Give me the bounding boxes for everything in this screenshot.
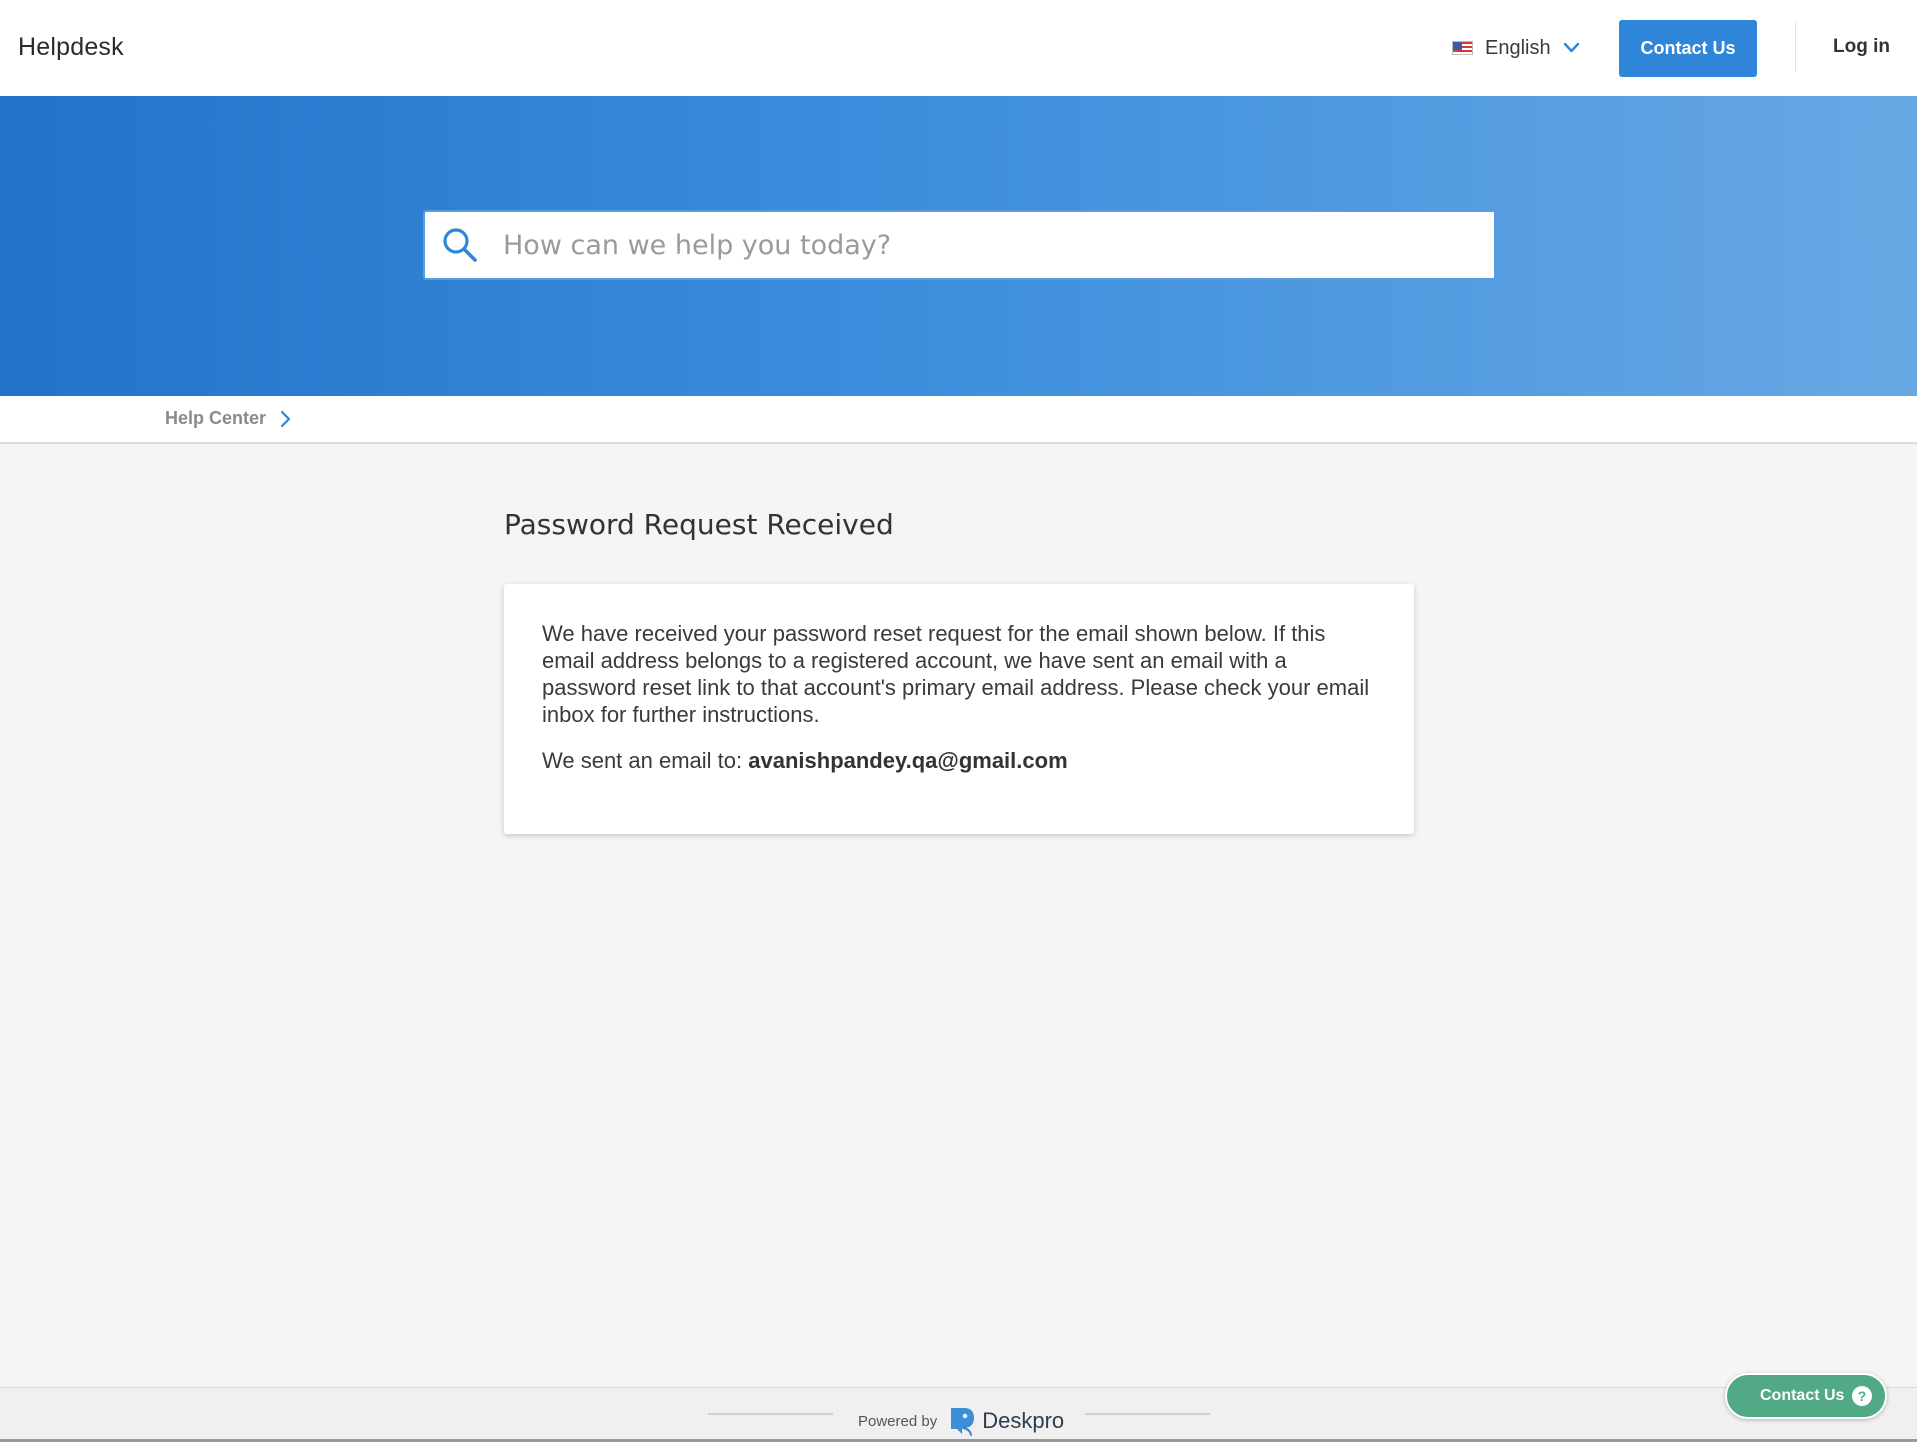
us-flag-icon [1452, 41, 1473, 55]
search-input[interactable] [501, 215, 1494, 275]
footer-divider-left [708, 1413, 833, 1415]
floating-contact-button[interactable]: Contact Us ? [1725, 1373, 1887, 1419]
page-title: Password Request Received [504, 508, 894, 541]
language-label: English [1485, 36, 1551, 59]
breadcrumb-label: Help Center [165, 408, 267, 428]
chevron-down-icon [1563, 42, 1579, 53]
site-footer: Powered by Deskpro [0, 1387, 1917, 1442]
deskpro-name: Deskpro [982, 1408, 1065, 1433]
chevron-right-icon [280, 410, 291, 427]
deskpro-logo-icon [951, 1408, 975, 1436]
contact-us-button[interactable]: Contact Us [1619, 20, 1757, 77]
brand-title[interactable]: Helpdesk [18, 33, 124, 62]
search-box[interactable] [423, 210, 1496, 280]
sent-email-prefix: We sent an email to: [542, 748, 743, 773]
search-icon[interactable] [441, 226, 479, 264]
footer-divider-right [1085, 1413, 1210, 1415]
floating-contact-label: Contact Us [1760, 1387, 1845, 1404]
sent-email-line: We sent an email to: avanishpandey.qa@gm… [542, 747, 1376, 774]
sent-email-address: avanishpandey.qa@gmail.com [748, 748, 1068, 773]
login-link[interactable]: Log in [1833, 36, 1890, 58]
search-hero [0, 96, 1917, 396]
confirmation-card: We have received your password reset req… [504, 584, 1414, 834]
language-selector[interactable]: English [1452, 33, 1580, 63]
help-icon: ? [1852, 1386, 1872, 1406]
header-divider [1795, 22, 1796, 72]
confirmation-message: We have received your password reset req… [542, 621, 1370, 727]
svg-text:?: ? [1858, 1388, 1867, 1404]
breadcrumb: Help Center [0, 396, 1917, 444]
powered-by[interactable]: Powered by Deskpro [858, 1405, 1064, 1437]
breadcrumb-help-center[interactable]: Help Center [165, 408, 291, 429]
site-header: Helpdesk English Contact Us Log in [0, 0, 1917, 96]
powered-by-label: Powered by [858, 1412, 938, 1430]
